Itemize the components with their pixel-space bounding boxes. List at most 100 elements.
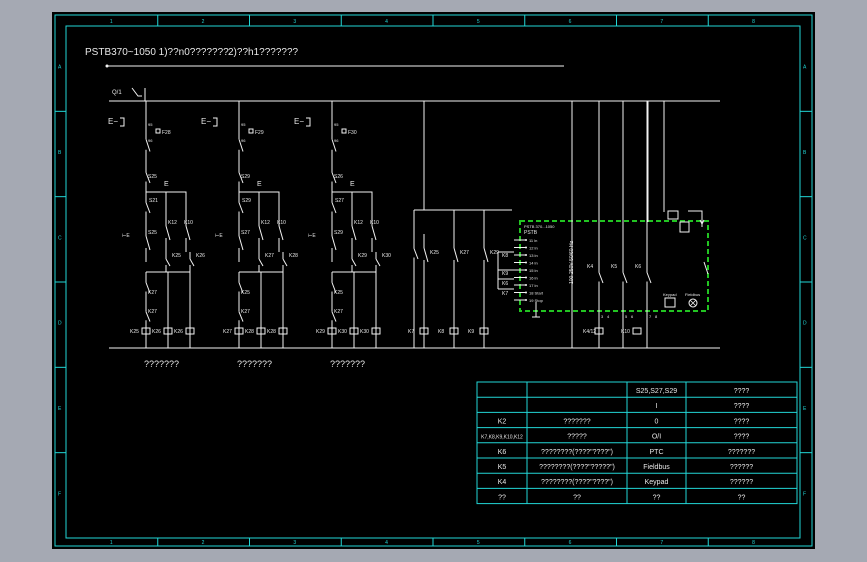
module-title: PSTB xyxy=(524,230,538,236)
k-c-label: K25 xyxy=(172,253,181,259)
stop-button-label: S26 xyxy=(334,174,343,180)
keypad-label: Keypad xyxy=(663,292,677,297)
k-c-contact xyxy=(258,258,264,267)
k-c-contact xyxy=(351,258,357,267)
coil-2-label: K30 xyxy=(338,329,347,335)
relay-label: K5 xyxy=(611,264,617,270)
fuse-nc-label: 96 xyxy=(334,138,339,143)
k-c-contact xyxy=(165,258,171,267)
module-coil-2 xyxy=(632,327,642,335)
row-label-left: A xyxy=(58,65,62,71)
table-cell: ????????(????"?????") xyxy=(539,464,615,471)
column-label-top: 6 xyxy=(569,19,572,25)
coil-1-label: K25 xyxy=(130,329,139,335)
column-label-top: 3 xyxy=(293,19,296,25)
module-input-label: 11 ln xyxy=(529,238,537,243)
jog-label: S27 xyxy=(241,230,250,236)
control-groups: E− 95 96 F28 S25 E S21 ⊢E S25 K12 K10 K25 K26 K27 K27 K… xyxy=(108,101,391,348)
thermal-symbol: E− xyxy=(201,117,211,126)
module-input-ref: K9 xyxy=(502,271,508,277)
row-label-right: E xyxy=(803,406,807,412)
k-a-contact xyxy=(258,225,264,241)
column-label-top: 1 xyxy=(110,19,113,25)
module-input-label: 15 ln xyxy=(529,268,538,273)
start-button-label: S29 xyxy=(242,198,251,204)
relay-label: K6 xyxy=(635,264,641,270)
table-cell: ????????(????"????") xyxy=(541,449,613,456)
title-dot xyxy=(105,64,109,68)
table-cell: ??????? xyxy=(728,449,755,456)
table-cell: ?? xyxy=(738,494,746,501)
thermal-bracket xyxy=(120,117,125,127)
k-c-label: K29 xyxy=(358,253,367,259)
start-contact xyxy=(145,202,151,214)
table-cell: 0 xyxy=(655,418,659,425)
aux-coil-K7-label: K7 xyxy=(408,329,414,335)
table-cell: ????? xyxy=(567,434,587,441)
row-label-left: B xyxy=(58,150,62,156)
supply-switch xyxy=(131,87,142,97)
control-group-2: E− 9596F29S29ES29⊢E S27K12 K10K27 K28K25K27K… xyxy=(201,101,298,348)
k-d-contact xyxy=(375,258,381,267)
row-label-right: B xyxy=(803,150,807,156)
row-label-right: D xyxy=(803,321,807,327)
column-label-top: 7 xyxy=(660,19,663,25)
table-cell: ????????(????"????") xyxy=(541,479,613,486)
coil-1-label: K29 xyxy=(316,329,325,335)
fuse-label: F28 xyxy=(162,130,171,136)
module-input-label: 18 Start xyxy=(529,291,544,296)
column-label-bottom: 5 xyxy=(477,540,480,546)
softstarter-module: PSTB 370...1050 PSTB 11 ln 12 ln 13 ln 14 l… xyxy=(497,101,709,348)
k-b-label: K10 xyxy=(370,220,379,226)
row-label-right: F xyxy=(803,491,806,497)
row-label-right: C xyxy=(803,235,807,241)
coil-2-label: K26 xyxy=(152,329,161,335)
k-d-contact xyxy=(282,258,288,267)
table-cell: ???? xyxy=(734,388,750,395)
row-label-left: E xyxy=(58,406,62,412)
row-label-right: A xyxy=(803,65,807,71)
fuse-label: F30 xyxy=(348,130,357,136)
fuse-nc-label: 96 xyxy=(241,138,246,143)
circuit-diagram: 1122334455667788 A AB BC CD DE EF F PSTB370~10… xyxy=(54,14,813,547)
title-part-1: PSTB370~1050 1)??n0??????? xyxy=(85,47,229,58)
column-label-top: 4 xyxy=(385,19,388,25)
module-input-label: 12 ln xyxy=(529,246,538,251)
aux-contact-label: K27 xyxy=(460,250,469,256)
lower-contact-2-label: K27 xyxy=(148,309,157,315)
relay-contact-K5 xyxy=(622,272,628,284)
group-caption: ??????? xyxy=(237,359,272,369)
keypad-icon xyxy=(664,297,676,308)
row-label-left: F xyxy=(58,491,61,497)
lower-contact-2-label: K27 xyxy=(334,309,343,315)
k-a-contact xyxy=(165,225,171,241)
relay-terminal: 6 xyxy=(631,314,634,319)
supply-switch-label: Q/1 xyxy=(112,90,122,96)
relay-contact-K4 xyxy=(598,272,604,284)
control-group-3: E− 9596F30S26ES27⊢E S29K12 K10K29 K30K25K27K… xyxy=(294,101,391,348)
thermal-symbol: E− xyxy=(108,117,118,126)
aux-contact-label: K25 xyxy=(430,250,439,256)
module-input-label: 17 ln xyxy=(529,283,538,288)
table-cell: K4 xyxy=(498,479,507,486)
table-cell: K7,K8,K9,K10,K12 xyxy=(481,435,523,441)
table-cell: PTC xyxy=(650,449,664,456)
table-cell: O/I xyxy=(652,434,661,441)
module-input-label: 13 ln xyxy=(529,253,538,258)
column-label-bottom: 3 xyxy=(293,540,296,546)
k-d-label: K30 xyxy=(382,253,391,259)
module-subtitle: PSTB 370...1050 xyxy=(524,224,555,229)
k-b-contact xyxy=(371,225,377,241)
table-cell: K6 xyxy=(498,449,507,456)
relay-contact-K6 xyxy=(646,272,652,284)
table-cell: ???? xyxy=(734,434,750,441)
k-a-label: K12 xyxy=(168,220,177,226)
table-cell: Keypad xyxy=(645,479,669,486)
aux-coil-K8-label: K8 xyxy=(438,329,444,335)
column-label-top: 8 xyxy=(752,19,755,25)
row-label-left: C xyxy=(58,235,62,241)
jog-contact xyxy=(238,235,244,251)
start-contact xyxy=(238,202,244,214)
table-cell: ?????? xyxy=(730,464,753,471)
k-b-label: K10 xyxy=(184,220,193,226)
